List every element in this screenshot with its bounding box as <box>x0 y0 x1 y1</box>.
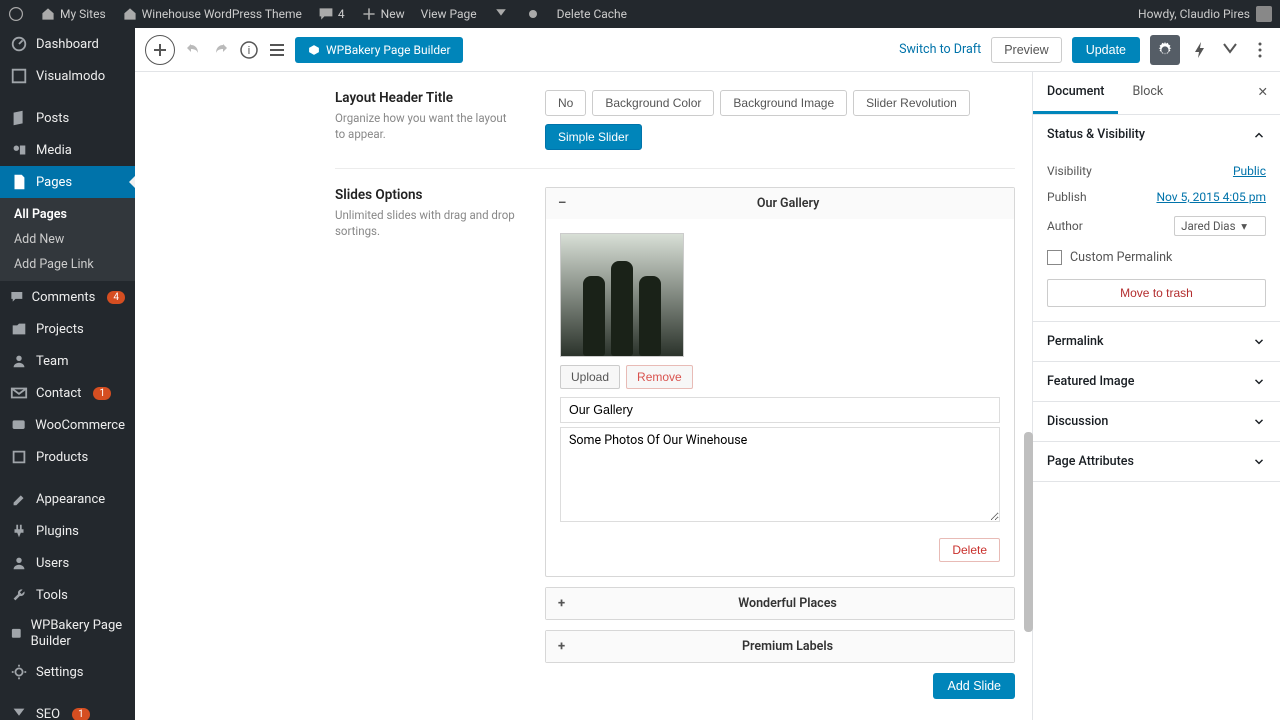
tab-block[interactable]: Block <box>1118 72 1177 114</box>
menu-contact[interactable]: Contact1 <box>0 377 135 409</box>
menu-comments[interactable]: Comments4 <box>0 281 135 313</box>
more-icon[interactable] <box>1250 40 1270 60</box>
slide-desc-textarea[interactable]: Some Photos Of Our Winehouse <box>560 427 1000 522</box>
slide-3-header[interactable]: + Premium Labels <box>546 631 1014 662</box>
user-avatar[interactable] <box>1256 6 1272 22</box>
custom-permalink-checkbox[interactable]: Custom Permalink <box>1047 242 1266 273</box>
add-slide-button[interactable]: Add Slide <box>933 673 1015 699</box>
undo-icon[interactable] <box>183 40 203 60</box>
upload-button[interactable]: Upload <box>560 365 620 389</box>
settings-gear-button[interactable] <box>1150 35 1180 65</box>
slide-title-input[interactable] <box>560 397 1000 423</box>
publish-value[interactable]: Nov 5, 2015 4:05 pm <box>1156 190 1266 204</box>
submenu-add-page-link[interactable]: Add Page Link <box>0 252 135 277</box>
panel-discussion[interactable]: Discussion <box>1033 402 1280 441</box>
collapse-icon: – <box>558 196 566 211</box>
menu-posts[interactable]: Posts <box>0 102 135 134</box>
contact-badge: 1 <box>93 387 111 400</box>
adminbar-comments[interactable]: 4 <box>318 6 345 22</box>
menu-visualmodo[interactable]: Visualmodo <box>0 60 135 92</box>
menu-media[interactable]: Media <box>0 134 135 166</box>
submenu-add-new[interactable]: Add New <box>0 227 135 252</box>
slide-2: + Wonderful Places <box>545 587 1015 620</box>
menu-appearance[interactable]: Appearance <box>0 483 135 515</box>
menu-tools[interactable]: Tools <box>0 579 135 611</box>
scrollbar[interactable] <box>1024 432 1033 632</box>
seo-badge: 1 <box>72 708 90 720</box>
update-button[interactable]: Update <box>1072 37 1140 63</box>
visibility-label: Visibility <box>1047 164 1092 178</box>
bolt-icon[interactable] <box>1190 40 1210 60</box>
close-panel-icon[interactable]: ✕ <box>1246 72 1280 114</box>
slide-1-header[interactable]: – Our Gallery <box>546 188 1014 219</box>
menu-settings[interactable]: Settings <box>0 656 135 688</box>
info-icon[interactable]: i <box>239 40 259 60</box>
submenu-all-pages[interactable]: All Pages <box>0 202 135 227</box>
slides-options-desc: Unlimited slides with drag and drop sort… <box>335 207 515 239</box>
switch-to-draft[interactable]: Switch to Draft <box>899 42 981 57</box>
author-label: Author <box>1047 219 1083 233</box>
chevron-down-icon <box>1252 335 1266 349</box>
preview-button[interactable]: Preview <box>991 37 1061 63</box>
menu-products[interactable]: Products <box>0 441 135 473</box>
layout-header-desc: Organize how you want the layout to appe… <box>335 110 515 142</box>
opt-no[interactable]: No <box>545 90 586 116</box>
publish-label: Publish <box>1047 190 1087 204</box>
layout-header-title: Layout Header Title <box>335 90 515 106</box>
slide-2-header[interactable]: + Wonderful Places <box>546 588 1014 619</box>
redo-icon[interactable] <box>211 40 231 60</box>
menu-plugins[interactable]: Plugins <box>0 515 135 547</box>
opt-slider-rev[interactable]: Slider Revolution <box>853 90 970 116</box>
move-to-trash-button[interactable]: Move to trash <box>1047 279 1266 307</box>
slide-3: + Premium Labels <box>545 630 1015 663</box>
my-sites[interactable]: My Sites <box>40 6 106 22</box>
slides-options-title: Slides Options <box>335 187 515 203</box>
menu-pages[interactable]: Pages <box>0 166 135 198</box>
panel-permalink[interactable]: Permalink <box>1033 322 1280 361</box>
chevron-down-icon <box>1252 375 1266 389</box>
comments-badge: 4 <box>107 291 125 304</box>
menu-dashboard[interactable]: Dashboard <box>0 28 135 60</box>
remove-button[interactable]: Remove <box>626 365 693 389</box>
adminbar-new[interactable]: New <box>361 6 405 22</box>
svg-text:i: i <box>248 44 251 57</box>
delete-slide-button[interactable]: Delete <box>939 538 1000 562</box>
expand-icon: + <box>558 596 565 611</box>
adminbar-delete-cache[interactable]: Delete Cache <box>557 7 627 21</box>
tab-document[interactable]: Document <box>1033 72 1118 114</box>
panel-page-attributes[interactable]: Page Attributes <box>1033 442 1280 481</box>
cache-dot-icon[interactable] <box>525 6 541 22</box>
visibility-value[interactable]: Public <box>1233 164 1266 178</box>
menu-team[interactable]: Team <box>0 345 135 377</box>
outline-icon[interactable] <box>267 40 287 60</box>
yoast-toolbar-icon[interactable] <box>1220 40 1240 60</box>
menu-woocommerce[interactable]: WooCommerce <box>0 409 135 441</box>
adminbar-viewpage[interactable]: View Page <box>421 7 477 21</box>
menu-wpbakery[interactable]: WPBakery Page Builder <box>0 611 135 656</box>
opt-bg-color[interactable]: Background Color <box>592 90 714 116</box>
menu-seo[interactable]: SEO1 <box>0 698 135 720</box>
slide-1: – Our Gallery Upload <box>545 187 1015 577</box>
opt-bg-image[interactable]: Background Image <box>720 90 847 116</box>
greeting[interactable]: Howdy, Claudio Pires <box>1138 7 1250 21</box>
chevron-up-icon <box>1252 128 1266 142</box>
panel-featured-image[interactable]: Featured Image <box>1033 362 1280 401</box>
wpbakery-button[interactable]: WPBakery Page Builder <box>295 37 463 63</box>
menu-users[interactable]: Users <box>0 547 135 579</box>
menu-projects[interactable]: Projects <box>0 313 135 345</box>
add-block-button[interactable] <box>145 35 175 65</box>
wp-logo-icon[interactable] <box>8 6 24 22</box>
expand-icon: + <box>558 639 565 654</box>
yoast-icon[interactable] <box>493 6 509 22</box>
chevron-down-icon <box>1252 455 1266 469</box>
panel-status-visibility[interactable]: Status & Visibility <box>1033 115 1280 154</box>
opt-simple-slider[interactable]: Simple Slider <box>545 124 642 150</box>
site-name[interactable]: Winehouse WordPress Theme <box>122 6 302 22</box>
slide-image <box>560 233 684 357</box>
chevron-down-icon <box>1252 415 1266 429</box>
author-select[interactable]: Jared Dias ▾ <box>1174 216 1266 236</box>
